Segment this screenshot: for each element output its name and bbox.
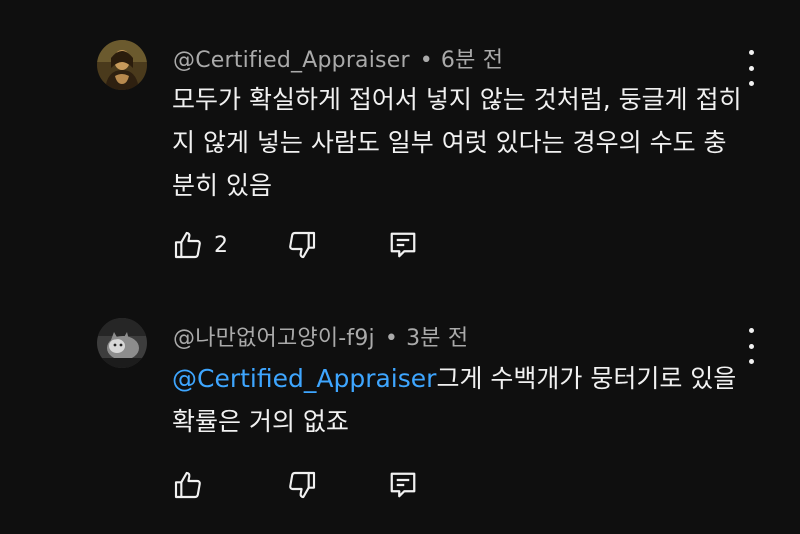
more-vertical-icon-dot — [748, 81, 754, 86]
like-count: 2 — [214, 232, 228, 258]
meta-separator: • — [384, 326, 399, 351]
reply-icon — [390, 232, 416, 258]
comment-action-bar: 2 — [172, 228, 432, 262]
dislike-button[interactable] — [286, 228, 318, 262]
thumbs-down-icon — [289, 231, 316, 259]
comment-time[interactable]: 6분 전 — [441, 48, 503, 73]
comment-time[interactable]: 3분 전 — [406, 326, 468, 351]
comment-meta: @Certified_Appraiser • 6분 전 — [173, 42, 503, 74]
avatar[interactable] — [97, 40, 147, 90]
comment-meta: @나만없어고양이-f9j • 3분 전 — [173, 320, 468, 352]
more-options-button[interactable] — [740, 328, 762, 364]
more-vertical-icon — [748, 328, 754, 333]
like-button[interactable] — [172, 468, 214, 502]
comment-author[interactable]: @나만없어고양이-f9j — [173, 326, 375, 351]
cat-avatar-icon — [97, 318, 147, 368]
reply-button[interactable] — [388, 468, 418, 502]
thumbs-down-icon — [289, 471, 316, 499]
thumbs-up-icon — [174, 231, 201, 259]
avatar[interactable] — [97, 318, 147, 368]
more-options-button[interactable] — [740, 50, 762, 86]
mention-link[interactable]: @Certified_Appraiser — [172, 364, 436, 393]
more-vertical-icon — [748, 50, 754, 55]
more-vertical-icon-dot — [748, 359, 754, 364]
comment-author[interactable]: @Certified_Appraiser — [173, 48, 410, 73]
comment-action-bar — [172, 468, 432, 502]
dislike-button[interactable] — [286, 468, 318, 502]
more-vertical-icon-dot — [748, 343, 754, 349]
mona-lisa-avatar-icon — [97, 40, 147, 90]
reply-icon — [390, 472, 416, 498]
comment-text: @Certified_Appraiser그게 수백개가 뭉터기로 있을 확률은 … — [172, 357, 742, 443]
comment-text: 모두가 확실하게 접어서 넣지 않는 것처럼, 둥글게 접히지 않게 넣는 사람… — [172, 78, 742, 207]
more-vertical-icon-dot — [748, 65, 754, 71]
meta-separator: • — [419, 48, 433, 73]
reply-button[interactable] — [388, 228, 418, 262]
thumbs-up-icon — [174, 471, 201, 499]
like-button[interactable]: 2 — [172, 228, 228, 262]
comment-body: 모두가 확실하게 접어서 넣지 않는 것처럼, 둥글게 접히지 않게 넣는 사람… — [172, 85, 742, 200]
